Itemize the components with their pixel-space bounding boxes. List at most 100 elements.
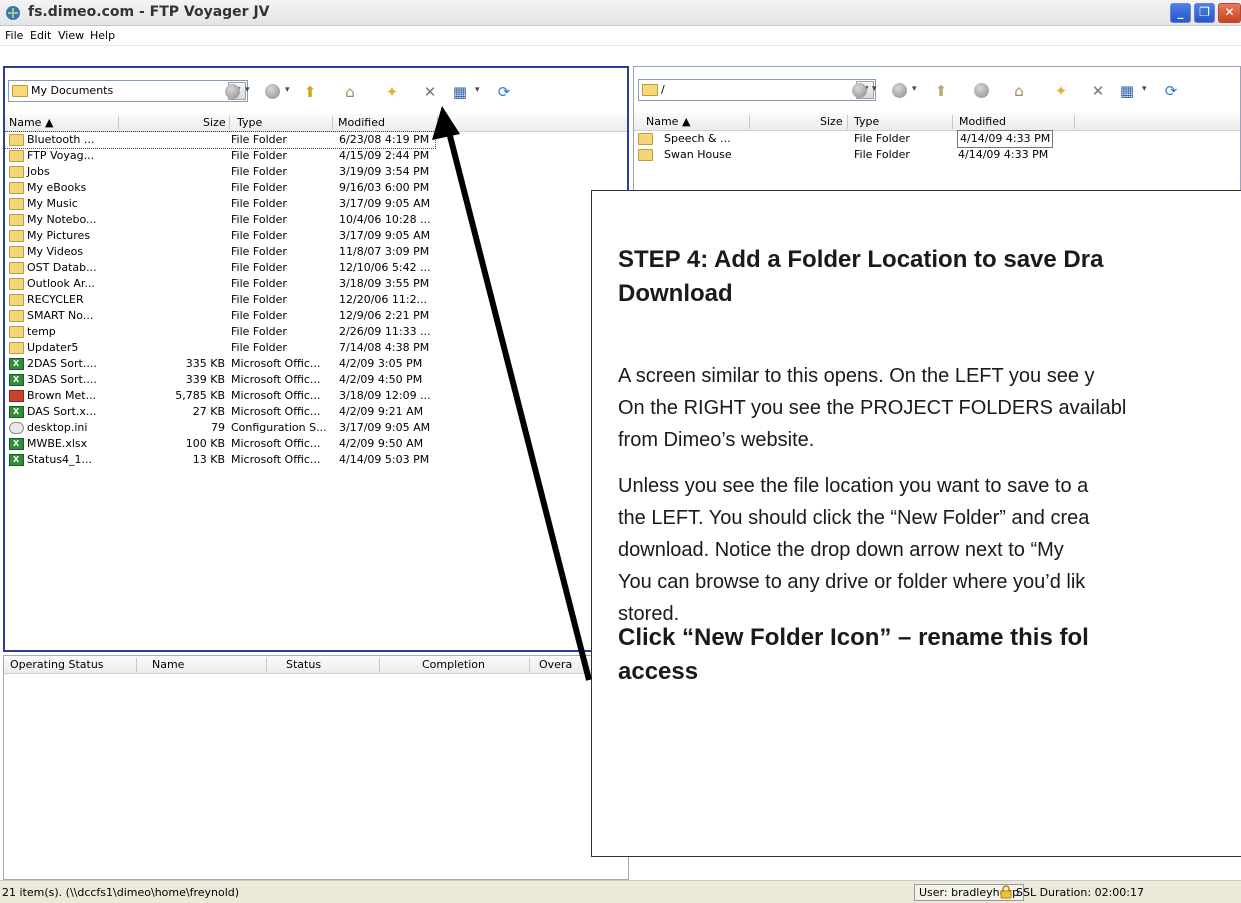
file-row[interactable]: DAS Sort.x... 27 KB Microsoft Offic... 4/2/… <box>5 404 627 420</box>
transfer-queue[interactable]: Operating Status Name Status Completion … <box>3 655 629 880</box>
back-dropdown-icon[interactable]: ▾ <box>245 85 250 95</box>
forward-dropdown-icon[interactable]: ▾ <box>285 85 290 95</box>
file-name: Speech & ... <box>664 132 731 145</box>
col-name[interactable]: Name ▲ <box>646 115 690 128</box>
col-divider[interactable] <box>379 658 380 672</box>
col-divider[interactable] <box>332 116 333 130</box>
up-folder-icon[interactable]: ⬆ <box>301 83 319 101</box>
back-dropdown-icon[interactable]: ▾ <box>872 84 877 94</box>
folder-icon <box>638 149 653 161</box>
col-size[interactable]: Size <box>203 116 226 129</box>
col-divider[interactable] <box>1074 115 1075 129</box>
excel-file-icon <box>9 356 24 372</box>
col-modified[interactable]: Modified <box>338 116 385 129</box>
file-size: 13 KB <box>192 453 225 466</box>
forward-icon[interactable] <box>892 83 907 98</box>
col-divider[interactable] <box>847 115 848 129</box>
col-divider[interactable] <box>437 116 438 130</box>
file-row[interactable]: My eBooks File Folder 9/16/03 6:00 PM <box>5 180 627 196</box>
file-row[interactable]: Status4_1... 13 KB Microsoft Offic... 4/14/… <box>5 452 627 468</box>
view-mode-icon[interactable]: ▦ <box>1118 82 1136 100</box>
file-name: Updater5 <box>27 341 79 354</box>
file-row[interactable]: RECYCLER File Folder 12/20/06 11:2... <box>5 292 627 308</box>
file-row[interactable]: Bluetooth ... File Folder 6/23/08 4:19 PM <box>4 131 436 149</box>
forward-dropdown-icon[interactable]: ▾ <box>912 84 917 94</box>
file-name: OST Datab... <box>27 261 97 274</box>
forward-icon[interactable] <box>265 84 280 99</box>
file-row[interactable]: desktop.ini 79 Configuration S... 3/17/09 9… <box>5 420 627 436</box>
file-row[interactable]: temp File Folder 2/26/09 11:33 ... <box>5 324 627 340</box>
view-dropdown-icon[interactable]: ▾ <box>475 85 480 95</box>
file-row[interactable]: 2DAS Sort.... 335 KB Microsoft Offic... 4/2… <box>5 356 627 372</box>
col-divider[interactable] <box>952 115 953 129</box>
remote-path-value: / <box>661 83 665 96</box>
new-folder-icon[interactable]: ✦ <box>383 83 401 101</box>
col-divider[interactable] <box>529 658 530 672</box>
file-row[interactable]: Brown Met... 5,785 KB Microsoft Offic... 3/… <box>5 388 627 404</box>
file-modified: 11/8/07 3:09 PM <box>339 245 430 258</box>
callout-text-line: You can browse to any drive or folder wh… <box>618 571 1086 593</box>
col-divider[interactable] <box>266 658 267 672</box>
file-row[interactable]: My Notebo... File Folder 10/4/06 10:28 ... <box>5 212 627 228</box>
new-folder-icon[interactable]: ✦ <box>1052 82 1070 100</box>
col-completion[interactable]: Completion <box>422 658 485 671</box>
col-size[interactable]: Size <box>820 115 843 128</box>
file-modified: 3/18/09 3:55 PM <box>339 277 430 290</box>
file-size: 335 KB <box>185 357 225 370</box>
file-row[interactable]: Outlook Ar... File Folder 3/18/09 3:55 PM <box>5 276 627 292</box>
delete-icon[interactable]: ✕ <box>421 83 439 101</box>
col-overall[interactable]: Overa <box>539 658 572 671</box>
back-icon[interactable] <box>852 83 867 98</box>
col-divider[interactable] <box>136 658 137 672</box>
col-type[interactable]: Type <box>237 116 262 129</box>
refresh-icon[interactable]: ⟳ <box>1162 82 1180 100</box>
file-row[interactable]: OST Datab... File Folder 12/10/06 5:42 ... <box>5 260 627 276</box>
view-mode-icon[interactable]: ▦ <box>451 83 469 101</box>
file-row[interactable]: Speech & ... File Folder 4/14/09 4:33 PM <box>634 130 1240 148</box>
view-dropdown-icon[interactable]: ▾ <box>1142 84 1147 94</box>
refresh-icon[interactable]: ⟳ <box>495 83 513 101</box>
col-operating-status[interactable]: Operating Status <box>10 658 104 671</box>
menu-edit[interactable]: Edit <box>30 29 51 42</box>
menu-view[interactable]: View <box>58 29 84 42</box>
col-type[interactable]: Type <box>854 115 879 128</box>
file-row[interactable]: Jobs File Folder 3/19/09 3:54 PM <box>5 164 627 180</box>
delete-icon[interactable]: ✕ <box>1089 82 1107 100</box>
file-row[interactable]: 3DAS Sort.... 339 KB Microsoft Offic... 4/2… <box>5 372 627 388</box>
home-icon[interactable]: ⌂ <box>1010 82 1028 100</box>
local-path-combo[interactable]: My Documents ▼ <box>8 80 248 102</box>
col-modified[interactable]: Modified <box>959 115 1006 128</box>
excel-file-icon <box>9 372 24 388</box>
folder-icon <box>9 166 24 178</box>
file-name: Status4_1... <box>27 453 93 466</box>
lock-icon <box>1000 885 1012 899</box>
stop-icon[interactable] <box>974 83 989 98</box>
col-divider[interactable] <box>229 116 230 130</box>
up-folder-icon[interactable]: ⬆ <box>932 82 950 100</box>
menu-help[interactable]: Help <box>90 29 115 42</box>
home-icon[interactable]: ⌂ <box>341 83 359 101</box>
callout-text-line: download. Notice the drop down arrow nex… <box>618 539 1064 561</box>
back-icon[interactable] <box>225 84 240 99</box>
callout-text-line: Unless you see the file location you wan… <box>618 475 1089 497</box>
file-modified: 12/9/06 2:21 PM <box>339 309 430 322</box>
remote-path-combo[interactable]: / ▼ <box>638 79 876 101</box>
file-row[interactable]: FTP Voyag... File Folder 4/15/09 2:44 PM <box>5 148 627 164</box>
col-name[interactable]: Name ▲ <box>9 116 53 129</box>
file-row[interactable]: Updater5 File Folder 7/14/08 4:38 PM <box>5 340 627 356</box>
col-transfer-name[interactable]: Name <box>152 658 184 671</box>
menu-file[interactable]: File <box>5 29 23 42</box>
restore-button[interactable]: ❐ <box>1194 3 1215 23</box>
close-button[interactable]: ✕ <box>1218 3 1241 23</box>
file-row[interactable]: Swan House File Folder 4/14/09 4:33 PM <box>634 147 1240 163</box>
file-row[interactable]: MWBE.xlsx 100 KB Microsoft Offic... 4/2/09 … <box>5 436 627 452</box>
file-row[interactable]: My Pictures File Folder 3/17/09 9:05 AM <box>5 228 627 244</box>
col-divider[interactable] <box>749 115 750 129</box>
col-transfer-status[interactable]: Status <box>286 658 321 671</box>
minimize-button[interactable]: _ <box>1170 3 1191 23</box>
file-row[interactable]: My Music File Folder 3/17/09 9:05 AM <box>5 196 627 212</box>
file-row[interactable]: SMART No... File Folder 12/9/06 2:21 PM <box>5 308 627 324</box>
col-divider[interactable] <box>118 116 119 130</box>
file-row[interactable]: My Videos File Folder 11/8/07 3:09 PM <box>5 244 627 260</box>
callout-text-line: On the RIGHT you see the PROJECT FOLDERS… <box>618 397 1127 419</box>
